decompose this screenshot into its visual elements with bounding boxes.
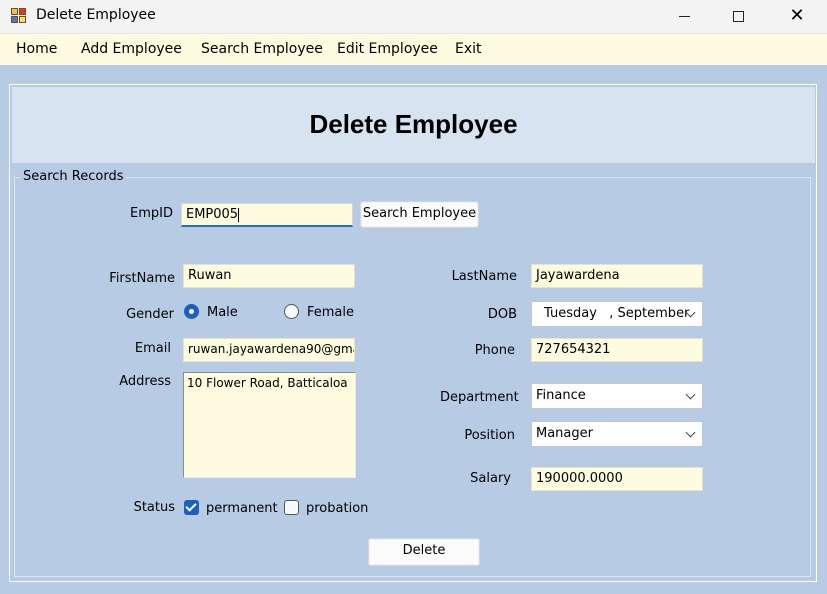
last-name-label: LastName	[451, 269, 517, 284]
search-employee-button[interactable]: Search Employee	[360, 201, 479, 228]
dob-value: Tuesday , September	[544, 306, 690, 321]
gender-male-label[interactable]: Male	[207, 305, 238, 320]
department-label: Department	[440, 390, 519, 405]
gender-male-radio[interactable]	[184, 304, 199, 319]
probation-checkbox[interactable]	[284, 500, 299, 515]
salary-field[interactable]: 190000.0000	[531, 467, 703, 491]
permanent-checkbox[interactable]	[184, 500, 199, 515]
title-bar: Delete Employee ✕	[0, 0, 827, 34]
email-label: Email	[134, 341, 171, 356]
address-field[interactable]: 10 Flower Road, Batticaloa	[183, 372, 356, 478]
delete-button[interactable]: Delete	[368, 538, 480, 566]
position-label: Position	[464, 428, 515, 443]
gender-label: Gender	[126, 307, 174, 322]
header-panel: Delete Employee	[12, 87, 815, 163]
position-value: Manager	[536, 426, 593, 441]
empid-input[interactable]: EMP005	[181, 203, 353, 227]
empid-value: EMP005	[186, 207, 239, 222]
department-value: Finance	[536, 388, 586, 403]
app-icon	[11, 8, 28, 25]
status-label: Status	[133, 500, 175, 515]
phone-label: Phone	[474, 343, 515, 358]
menu-bar: Home Add Employee Search Employee Edit E…	[0, 34, 827, 65]
phone-field[interactable]: 727654321	[531, 338, 703, 362]
dob-picker[interactable]: Tuesday , September	[531, 301, 703, 327]
menu-item-home[interactable]: Home	[16, 41, 57, 57]
gender-female-radio[interactable]	[284, 304, 299, 319]
page-title: Delete Employee	[309, 109, 518, 139]
group-label: Search Records	[20, 169, 127, 184]
maximize-icon	[732, 10, 744, 22]
last-name-field[interactable]: Jayawardena	[531, 264, 703, 288]
chevron-down-icon	[685, 389, 696, 400]
window-title: Delete Employee	[36, 7, 156, 23]
minimize-icon	[678, 15, 690, 17]
position-select[interactable]: Manager	[531, 421, 703, 447]
first-name-label: FirstName	[109, 271, 175, 286]
dob-label: DOB	[487, 307, 517, 322]
probation-label[interactable]: probation	[306, 501, 368, 516]
menu-item-exit[interactable]: Exit	[455, 41, 482, 57]
close-icon: ✕	[789, 5, 805, 26]
minimize-button[interactable]	[661, 0, 707, 34]
email-field[interactable]: ruwan.jayawardena90@gma	[183, 338, 355, 362]
maximize-button[interactable]	[715, 0, 761, 34]
menu-item-edit-employee[interactable]: Edit Employee	[337, 41, 438, 57]
close-button[interactable]: ✕	[774, 0, 820, 34]
menu-item-add-employee[interactable]: Add Employee	[81, 41, 182, 57]
menu-item-search-employee[interactable]: Search Employee	[201, 41, 323, 57]
salary-label: Salary	[470, 471, 511, 486]
empid-label: EmpID	[130, 206, 173, 221]
department-select[interactable]: Finance	[531, 383, 703, 409]
text-cursor	[238, 207, 240, 222]
first-name-field[interactable]: Ruwan	[183, 264, 355, 288]
permanent-label[interactable]: permanent	[206, 501, 278, 516]
address-label: Address	[119, 374, 171, 389]
gender-female-label[interactable]: Female	[307, 305, 354, 320]
chevron-down-icon	[685, 427, 696, 438]
